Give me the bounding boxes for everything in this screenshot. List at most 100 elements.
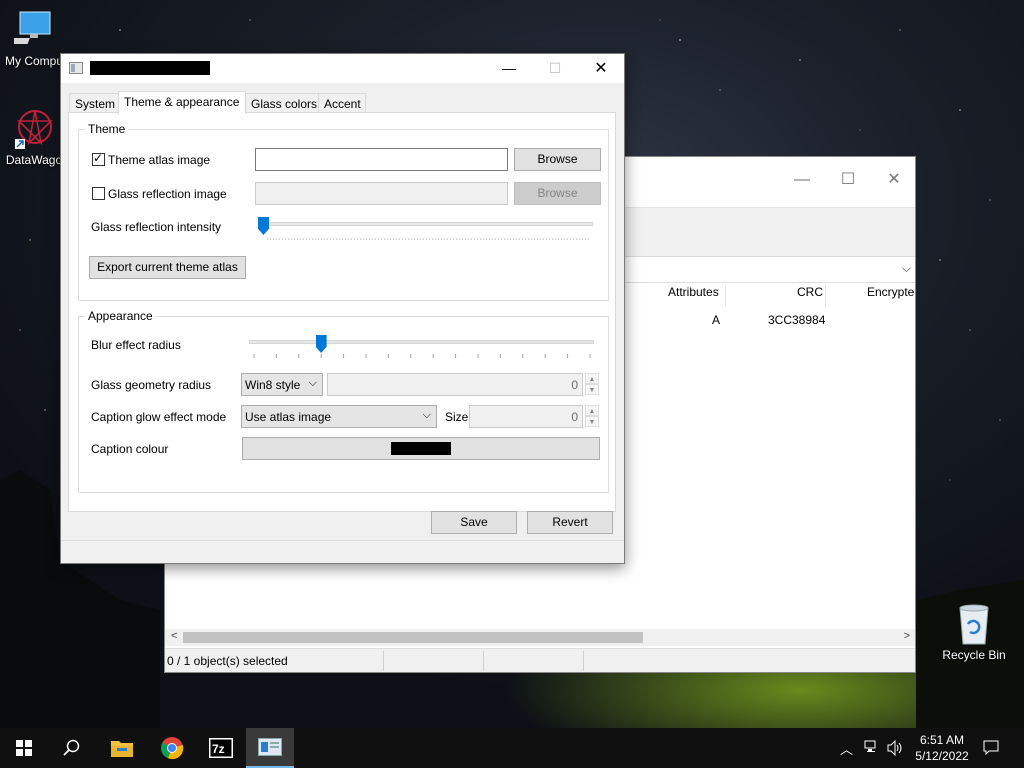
minimize-button[interactable]: — bbox=[779, 165, 825, 195]
glass-reflection-label[interactable]: Glass reflection image bbox=[108, 187, 227, 201]
taskbar-app-window[interactable] bbox=[246, 728, 294, 768]
column-divider bbox=[825, 285, 826, 307]
glass-reflection-checkbox[interactable] bbox=[92, 187, 105, 200]
theme-group: Theme Theme atlas image Browse Glass ref… bbox=[78, 122, 609, 301]
start-icon bbox=[16, 740, 32, 756]
column-header-attributes[interactable]: Attributes bbox=[668, 285, 719, 309]
search-button[interactable] bbox=[48, 728, 96, 768]
geometry-radius-label: Glass geometry radius bbox=[91, 378, 212, 392]
revert-button[interactable]: Revert bbox=[527, 511, 613, 534]
column-divider bbox=[725, 285, 726, 307]
search-icon bbox=[63, 739, 80, 756]
app-icon bbox=[69, 62, 83, 74]
chevron-up-icon[interactable]: ︿ bbox=[840, 739, 853, 758]
close-button[interactable]: ✕ bbox=[578, 54, 624, 83]
glow-size-spinner[interactable]: ▲ ▼ bbox=[585, 405, 599, 428]
caption-glow-select[interactable]: Use atlas image ⌵ bbox=[241, 405, 437, 428]
blur-slider-track[interactable] bbox=[249, 340, 594, 344]
status-separator bbox=[583, 651, 584, 671]
scroll-left-icon[interactable]: < bbox=[171, 630, 177, 642]
app-window-icon bbox=[258, 738, 282, 756]
chevron-down-icon: ⌵ bbox=[308, 377, 317, 389]
spin-down-icon[interactable]: ▼ bbox=[585, 384, 599, 395]
clock-time: 6:51 AM bbox=[919, 733, 965, 747]
attributes-cell: A bbox=[712, 313, 721, 327]
chrome-icon bbox=[160, 737, 184, 760]
blur-slider-ticks bbox=[253, 354, 591, 358]
save-button[interactable]: Save bbox=[431, 511, 517, 534]
taskbar: 7z ︿ 6:51 AM 5/12/2022 bbox=[0, 728, 1024, 768]
size-label: Size bbox=[445, 410, 469, 424]
intensity-slider-ticks bbox=[267, 238, 591, 240]
caption-glow-value: Use atlas image bbox=[245, 410, 332, 424]
status-text: 0 / 1 object(s) selected bbox=[167, 654, 288, 668]
status-separator bbox=[383, 651, 384, 671]
clock[interactable]: 6:51 AM 5/12/2022 bbox=[912, 732, 972, 764]
theme-atlas-checkbox[interactable] bbox=[92, 151, 105, 166]
notifications-icon[interactable] bbox=[983, 740, 999, 756]
theme-atlas-browse-button[interactable]: Browse bbox=[514, 148, 601, 171]
desktop-icon-recycle-bin[interactable]: Recycle Bin bbox=[936, 602, 1012, 662]
geometry-radius-spinner[interactable]: ▲ ▼ bbox=[585, 373, 599, 396]
intensity-slider-track[interactable] bbox=[263, 222, 593, 226]
glow-size-input[interactable]: 0 bbox=[469, 405, 583, 428]
desktop-icon-label: My Compu bbox=[4, 54, 63, 68]
chevron-down-icon[interactable]: ⌵ bbox=[902, 261, 911, 276]
redacted-title bbox=[90, 61, 210, 75]
export-atlas-button[interactable]: Export current theme atlas bbox=[89, 256, 246, 279]
maximize-button[interactable]: ☐ bbox=[532, 54, 578, 83]
taskbar-chrome[interactable] bbox=[148, 728, 196, 768]
tab-glass-colors[interactable]: Glass colors bbox=[245, 93, 319, 113]
minimize-button[interactable]: — bbox=[486, 54, 532, 83]
settings-dialog[interactable]: — ☐ ✕ System Theme & appearance Glass co… bbox=[60, 53, 625, 564]
intensity-slider-thumb[interactable] bbox=[258, 217, 269, 235]
chevron-down-icon: ⌵ bbox=[422, 409, 431, 421]
spin-up-icon[interactable]: ▲ bbox=[585, 405, 599, 416]
tab-page: Theme Theme atlas image Browse Glass ref… bbox=[68, 112, 616, 512]
geometry-style-value: Win8 style bbox=[245, 378, 301, 392]
clock-date: 5/12/2022 bbox=[915, 749, 969, 763]
horizontal-scrollbar[interactable]: < > bbox=[165, 629, 915, 646]
tab-accent[interactable]: Accent bbox=[318, 93, 366, 113]
spin-up-icon[interactable]: ▲ bbox=[585, 373, 599, 384]
file-explorer-icon bbox=[111, 741, 133, 757]
theme-atlas-input[interactable] bbox=[255, 148, 508, 171]
geometry-style-select[interactable]: Win8 style ⌵ bbox=[241, 373, 323, 396]
column-header-encrypted[interactable]: Encrypte bbox=[867, 285, 914, 309]
theme-group-legend: Theme bbox=[85, 122, 129, 136]
system-tray: ︿ 6:51 AM 5/12/2022 bbox=[836, 728, 1024, 768]
taskbar-file-explorer[interactable] bbox=[98, 728, 146, 768]
volume-icon[interactable] bbox=[886, 740, 904, 756]
scroll-right-icon[interactable]: > bbox=[904, 630, 910, 642]
column-header-crc[interactable]: CRC bbox=[797, 285, 823, 309]
desktop-icon-label: Recycle Bin bbox=[942, 648, 1006, 662]
theme-atlas-label[interactable]: Theme atlas image bbox=[108, 153, 210, 167]
7zip-icon: 7z bbox=[209, 738, 233, 758]
svg-text:7z: 7z bbox=[212, 742, 225, 756]
maximize-button[interactable]: ☐ bbox=[825, 165, 871, 195]
appearance-group: Appearance Blur effect radius Glass geom… bbox=[78, 309, 609, 493]
taskbar-7zip[interactable]: 7z bbox=[197, 728, 245, 768]
tab-theme-appearance[interactable]: Theme & appearance bbox=[118, 91, 246, 114]
spin-down-icon[interactable]: ▼ bbox=[585, 416, 599, 427]
close-button[interactable]: ✕ bbox=[871, 165, 917, 195]
recycle-bin-icon bbox=[959, 604, 989, 645]
scrollbar-thumb[interactable] bbox=[183, 632, 643, 643]
glass-reflection-input[interactable] bbox=[255, 182, 508, 205]
intensity-label: Glass reflection intensity bbox=[91, 220, 222, 234]
network-icon[interactable] bbox=[864, 740, 880, 754]
tab-system[interactable]: System bbox=[69, 93, 119, 113]
status-bar: 0 / 1 object(s) selected bbox=[165, 648, 915, 672]
appearance-group-legend: Appearance bbox=[85, 309, 156, 323]
dialog-status-strip bbox=[61, 540, 624, 541]
start-button[interactable] bbox=[0, 728, 48, 768]
crc-cell: 3CC38984 bbox=[768, 313, 826, 327]
glass-reflection-browse-button[interactable]: Browse bbox=[514, 182, 601, 205]
dialog-titlebar[interactable]: — ☐ ✕ bbox=[61, 54, 624, 83]
caption-colour-label: Caption colour bbox=[91, 442, 169, 456]
geometry-radius-input[interactable]: 0 bbox=[327, 373, 583, 396]
desktop-icon-label: DataWago bbox=[5, 153, 63, 167]
blur-slider-thumb[interactable] bbox=[315, 335, 327, 353]
caption-colour-button[interactable] bbox=[242, 437, 600, 460]
caption-colour-swatch bbox=[391, 442, 451, 455]
